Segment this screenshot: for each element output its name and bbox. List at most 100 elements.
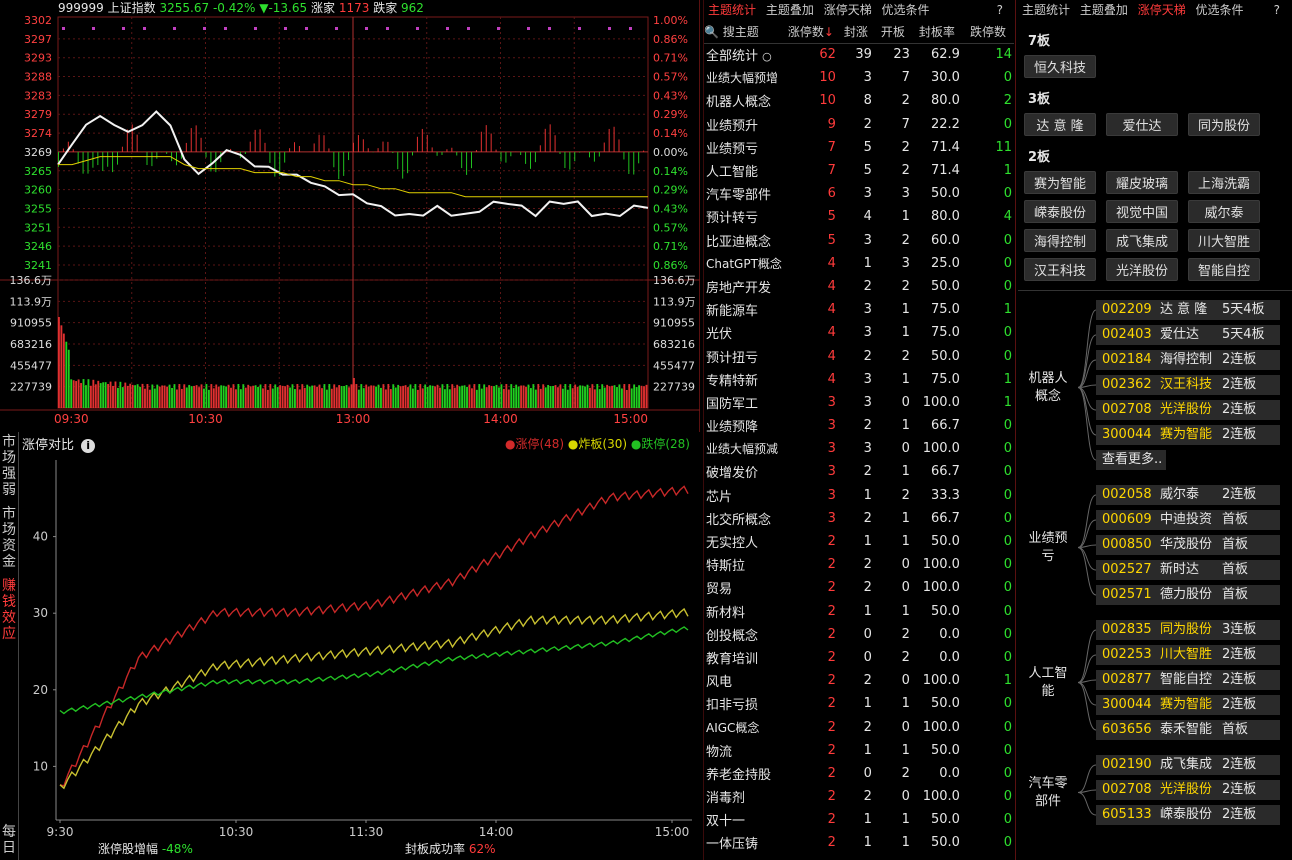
concept-stock[interactable]: 002403 爱仕达 5天4板 bbox=[1096, 325, 1280, 345]
theme-row[interactable]: 破增发价 3 2 1 66.7 0 bbox=[704, 460, 1014, 483]
board-stock[interactable]: 海得控制 bbox=[1024, 229, 1096, 252]
board-stock[interactable]: 赛为智能 bbox=[1024, 171, 1096, 194]
concept-stock[interactable]: 002253 川大智胜 2连板 bbox=[1096, 645, 1280, 665]
board-stock[interactable]: 成飞集成 bbox=[1106, 229, 1178, 252]
theme-row[interactable]: 双十一 2 1 1 50.0 0 bbox=[704, 808, 1014, 831]
board-stock[interactable]: 嵘泰股份 bbox=[1024, 200, 1096, 223]
col-dt[interactable]: 跌停数 bbox=[961, 20, 1014, 44]
board-stock[interactable]: 光洋股份 bbox=[1106, 258, 1178, 281]
theme-row[interactable]: 养老金持股 2 0 2 0.0 0 bbox=[704, 762, 1014, 785]
concept-stock[interactable]: 002527 新时达 首板 bbox=[1096, 560, 1280, 580]
theme-row[interactable]: 扣非亏损 2 1 1 50.0 0 bbox=[704, 692, 1014, 715]
concept-stock[interactable]: 002058 威尔泰 2连板 bbox=[1096, 485, 1280, 505]
ladder-tab-limit-ladder[interactable]: 涨停天梯 bbox=[1138, 3, 1186, 17]
board-stock[interactable]: 视觉中国 bbox=[1106, 200, 1178, 223]
theme-row[interactable]: 新材料 2 1 1 50.0 0 bbox=[704, 600, 1014, 623]
concept-stock[interactable]: 605133 嵘泰股份 2连板 bbox=[1096, 805, 1280, 825]
col-rate[interactable]: 封板率 bbox=[911, 20, 962, 44]
summary-row[interactable]: 全部统计 ○ 62 39 23 62.9 14 bbox=[704, 43, 1014, 66]
tab-filter[interactable]: 优选条件 bbox=[882, 3, 930, 17]
theme-row[interactable]: 一体压铸 2 1 1 50.0 0 bbox=[704, 831, 1014, 854]
board-stock[interactable]: 同为股份 bbox=[1188, 113, 1260, 136]
view-more-button[interactable]: 查看更多.. bbox=[1096, 450, 1166, 470]
theme-row[interactable]: 教育培训 2 0 2 0.0 0 bbox=[704, 646, 1014, 669]
theme-row[interactable]: 业绩预亏 7 5 2 71.4 11 bbox=[704, 136, 1014, 159]
theme-row[interactable]: 比亚迪概念 5 3 2 60.0 0 bbox=[704, 229, 1014, 252]
stock-board: 2连板 bbox=[1222, 487, 1257, 502]
volume-bar bbox=[512, 387, 515, 408]
board-stock[interactable]: 汉王科技 bbox=[1024, 258, 1096, 281]
concept-stock[interactable]: 300044 赛为智能 2连板 bbox=[1096, 695, 1280, 715]
intraday-chart[interactable]: 999999 上证指数 3255.67 -0.42% ▼-13.65 涨家 11… bbox=[0, 0, 700, 432]
theme-row[interactable]: 机器人概念 10 8 2 80.0 2 bbox=[704, 89, 1014, 112]
theme-cell: 2 bbox=[901, 139, 910, 155]
concept-stock[interactable]: 002835 同为股份 3连板 bbox=[1096, 620, 1280, 640]
board-stock[interactable]: 智能自控 bbox=[1188, 258, 1260, 281]
col-fz[interactable]: 封涨 bbox=[837, 20, 874, 44]
theme-row[interactable]: 北交所概念 3 2 1 66.7 0 bbox=[704, 507, 1014, 530]
board-stock[interactable]: 恒久科技 bbox=[1024, 55, 1096, 78]
theme-row[interactable]: 物流 2 1 1 50.0 0 bbox=[704, 739, 1014, 762]
theme-row[interactable]: 业绩预升 9 2 7 22.2 0 bbox=[704, 113, 1014, 136]
col-kb[interactable]: 开板 bbox=[873, 20, 912, 44]
concept-stock[interactable]: 002362 汉王科技 2连板 bbox=[1096, 375, 1280, 395]
theme-row[interactable]: 贸易 2 2 0 100.0 0 bbox=[704, 576, 1014, 599]
theme-row[interactable]: 无实控人 2 1 1 50.0 0 bbox=[704, 530, 1014, 553]
theme-cell: 100.0 bbox=[922, 789, 960, 805]
board-stock[interactable]: 达 意 隆 bbox=[1024, 113, 1096, 136]
theme-row[interactable]: 光伏 4 3 1 75.0 0 bbox=[704, 321, 1014, 344]
tab-limit-ladder[interactable]: 涨停天梯 bbox=[824, 3, 872, 17]
breadth-bar bbox=[357, 135, 359, 152]
theme-row[interactable]: AIGC概念 2 2 0 100.0 0 bbox=[704, 715, 1014, 738]
theme-row[interactable]: 特斯拉 2 2 0 100.0 0 bbox=[704, 553, 1014, 576]
limit-compare-chart[interactable]: 市场强弱 市场资金 赚钱效应 每日 涨停对比 i ●涨停(48) ●炸板(30)… bbox=[0, 432, 700, 860]
ladder-help-icon[interactable]: ? bbox=[1274, 0, 1280, 20]
ladder-tab-filter[interactable]: 优选条件 bbox=[1196, 3, 1244, 17]
concept-stock[interactable]: 002209 达 意 隆 5天4板 bbox=[1096, 300, 1280, 320]
concept-stock[interactable]: 002877 智能自控 2连板 bbox=[1096, 670, 1280, 690]
concept-stock[interactable]: 603656 泰禾智能 首板 bbox=[1096, 720, 1280, 740]
concept-stock[interactable]: 000609 中迪投资 首板 bbox=[1096, 510, 1280, 530]
theme-row[interactable]: 业绩大幅预减 3 3 0 100.0 0 bbox=[704, 437, 1014, 460]
theme-row[interactable]: 专精特新 4 3 1 75.0 1 bbox=[704, 368, 1014, 391]
board-stock[interactable]: 威尔泰 bbox=[1188, 200, 1260, 223]
theme-name: 特斯拉 bbox=[706, 559, 746, 575]
concept-stock[interactable]: 002184 海得控制 2连板 bbox=[1096, 350, 1280, 370]
volume-bar bbox=[227, 384, 230, 408]
board-stock[interactable]: 川大智胜 bbox=[1188, 229, 1260, 252]
board-stock[interactable]: 上海洗霸 bbox=[1188, 171, 1260, 194]
theme-name: 养老金持股 bbox=[706, 767, 772, 783]
theme-row[interactable]: 人工智能 7 5 2 71.4 1 bbox=[704, 159, 1014, 182]
concept-stock[interactable]: 002708 光洋股份 2连板 bbox=[1096, 780, 1280, 800]
theme-row[interactable]: ChatGPT概念 4 1 3 25.0 0 bbox=[704, 252, 1014, 275]
theme-row[interactable]: 业绩预降 3 2 1 66.7 0 bbox=[704, 414, 1014, 437]
theme-row[interactable]: 风电 2 2 0 100.0 1 bbox=[704, 669, 1014, 692]
theme-row[interactable]: 芯片 3 1 2 33.3 0 bbox=[704, 484, 1014, 507]
theme-row[interactable]: 创投概念 2 0 2 0.0 0 bbox=[704, 623, 1014, 646]
theme-row[interactable]: 房地产开发 4 2 2 50.0 0 bbox=[704, 275, 1014, 298]
col-zt[interactable]: 涨停数↓ bbox=[783, 20, 838, 44]
concept-stock[interactable]: 000850 华茂股份 首板 bbox=[1096, 535, 1280, 555]
theme-cell: 1 bbox=[901, 742, 910, 758]
stock-code: 000609 bbox=[1102, 512, 1152, 527]
theme-row[interactable]: 业绩大幅预增 10 3 7 30.0 0 bbox=[704, 66, 1014, 89]
tab-theme-stats[interactable]: 主题统计 bbox=[708, 3, 756, 17]
ladder-tab-theme-stats[interactable]: 主题统计 bbox=[1022, 3, 1070, 17]
theme-row[interactable]: 消毒剂 2 2 0 100.0 0 bbox=[704, 785, 1014, 808]
concept-stock[interactable]: 002708 光洋股份 2连板 bbox=[1096, 400, 1280, 420]
theme-row[interactable]: 新能源车 4 3 1 75.0 1 bbox=[704, 298, 1014, 321]
theme-row[interactable]: 汽车零部件 6 3 3 50.0 0 bbox=[704, 182, 1014, 205]
breadth-bar bbox=[166, 151, 168, 154]
search-theme[interactable]: 🔍 搜主题 bbox=[704, 20, 784, 44]
tab-theme-overlay[interactable]: 主题叠加 bbox=[766, 3, 814, 17]
board-stock[interactable]: 爱仕达 bbox=[1106, 113, 1178, 136]
concept-stock[interactable]: 002571 德力股份 首板 bbox=[1096, 585, 1280, 605]
help-icon[interactable]: ? bbox=[997, 0, 1003, 20]
theme-row[interactable]: 预计扭亏 4 2 2 50.0 0 bbox=[704, 344, 1014, 367]
ladder-tab-theme-overlay[interactable]: 主题叠加 bbox=[1080, 3, 1128, 17]
theme-row[interactable]: 预计转亏 5 4 1 80.0 4 bbox=[704, 205, 1014, 228]
theme-row[interactable]: 国防军工 3 3 0 100.0 1 bbox=[704, 391, 1014, 414]
board-stock[interactable]: 耀皮玻璃 bbox=[1106, 171, 1178, 194]
concept-stock[interactable]: 002190 成飞集成 2连板 bbox=[1096, 755, 1280, 775]
concept-stock[interactable]: 300044 赛为智能 2连板 bbox=[1096, 425, 1280, 445]
